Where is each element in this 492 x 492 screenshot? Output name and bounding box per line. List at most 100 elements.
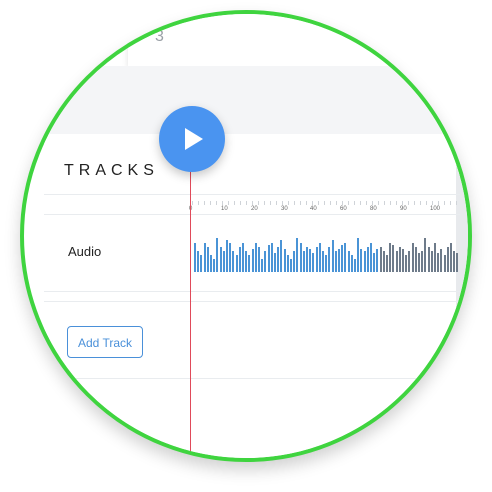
- waveform-bar: [238, 247, 241, 272]
- waveform-bar: [283, 249, 286, 272]
- waveform-bar: [197, 251, 200, 272]
- play-button[interactable]: [159, 106, 225, 172]
- waveform-bar: [453, 251, 456, 272]
- ruler-tick: [282, 201, 283, 205]
- waveform-bar: [392, 245, 395, 272]
- ruler-bottom-divider: [44, 214, 460, 215]
- ruler-tick: [408, 201, 409, 205]
- waveform-bar: [350, 255, 353, 272]
- ruler-tick: [246, 201, 247, 205]
- ruler-tick: [294, 201, 295, 205]
- ruler-tick: [438, 201, 439, 205]
- ruler-tick: [318, 201, 319, 205]
- waveform-bar: [386, 255, 388, 272]
- waveform-bar: [347, 251, 350, 272]
- ruler-tick: [258, 201, 259, 205]
- ruler-top-divider: [44, 194, 460, 195]
- ruler-tick: [264, 201, 265, 205]
- waveform-bar: [248, 255, 251, 272]
- waveform-bar: [267, 245, 270, 272]
- waveform-bar: [206, 247, 209, 272]
- waveform-bar: [414, 247, 417, 272]
- ruler-tick: [354, 201, 355, 205]
- ruler-tick: [402, 201, 403, 205]
- waveform-bar: [418, 253, 420, 272]
- ruler-tick-label: 90: [400, 206, 407, 212]
- waveform-bar: [277, 247, 280, 272]
- ruler-tick: [372, 201, 373, 205]
- playhead[interactable]: [190, 170, 191, 458]
- waveform-bar: [258, 247, 260, 272]
- ruler-tick-label: 80: [370, 206, 377, 212]
- track-row-divider-2: [44, 301, 460, 302]
- waveform-bar: [254, 243, 257, 272]
- ruler-tick: [450, 201, 451, 205]
- ruler-tick: [396, 201, 397, 205]
- ruler-tick-label: 20: [251, 206, 258, 212]
- ruler-tick-label: 40: [310, 206, 317, 212]
- waveform-bar: [424, 238, 427, 272]
- waveform-bar: [366, 247, 369, 272]
- top-card: [128, 14, 468, 66]
- waveform-bar: [226, 240, 228, 272]
- waveform-bar: [251, 249, 254, 272]
- waveform-bar: [341, 245, 344, 272]
- waveform-bar: [213, 259, 216, 272]
- ruler-tick: [360, 201, 361, 205]
- waveform-bar: [203, 243, 206, 272]
- add-track-button[interactable]: Add Track: [67, 326, 143, 358]
- waveform-bar: [338, 249, 340, 272]
- ruler-tick: [270, 201, 271, 205]
- waveform-bar: [290, 259, 292, 272]
- panel-edge: [456, 134, 468, 314]
- ruler-tick: [222, 201, 223, 205]
- waveform-bar: [245, 251, 248, 272]
- ruler-tick: [198, 201, 199, 205]
- waveform-bar: [443, 255, 446, 272]
- waveform-bar: [318, 243, 321, 272]
- tracks-title: TRACKS: [64, 162, 159, 179]
- waveform-bar: [354, 259, 356, 272]
- ruler-tick: [456, 201, 457, 205]
- waveform-bar: [379, 247, 382, 272]
- add-track-divider: [44, 378, 460, 379]
- ruler-tick: [252, 201, 253, 205]
- waveform-bar: [312, 253, 315, 272]
- ruler-tick: [366, 201, 367, 205]
- ruler-tick: [342, 201, 343, 205]
- ruler-tick: [300, 201, 301, 205]
- ruler-tick-label: 10: [221, 206, 228, 212]
- waveform-bar: [437, 253, 440, 272]
- waveform-bar: [264, 251, 267, 272]
- waveform-bar: [427, 247, 430, 272]
- audio-waveform[interactable]: [194, 230, 460, 272]
- waveform-bar: [440, 249, 443, 272]
- waveform-bar: [222, 251, 225, 272]
- waveform-bar: [334, 251, 337, 272]
- ruler-tick: [384, 201, 385, 205]
- waveform-bar: [373, 253, 376, 272]
- waveform-bar: [395, 251, 398, 272]
- waveform-bar: [274, 253, 276, 272]
- ruler-tick: [204, 201, 205, 205]
- ruler-tick: [378, 201, 379, 205]
- ruler-tick: [414, 201, 415, 205]
- waveform-bar: [446, 247, 449, 272]
- ruler-tick-label: 100: [430, 206, 441, 212]
- ruler-tick: [420, 201, 421, 205]
- waveform-bar: [389, 243, 392, 272]
- ruler-tick: [390, 201, 391, 205]
- waveform-bar: [450, 243, 452, 272]
- play-icon: [185, 128, 203, 150]
- ruler-tick: [336, 201, 337, 205]
- waveform-bar: [402, 249, 404, 272]
- waveform-bar: [293, 251, 296, 272]
- waveform-bar: [325, 255, 328, 272]
- ruler-tick: [228, 201, 229, 205]
- track-label-audio: Audio: [68, 244, 102, 259]
- waveform-bar: [219, 247, 222, 272]
- waveform-bar: [344, 243, 347, 272]
- ruler-tick: [348, 201, 349, 205]
- zoom-circle-frame: 3 TRACKS 010203040608090100 Audio Add Tr…: [20, 10, 472, 462]
- waveform-bar: [363, 251, 366, 272]
